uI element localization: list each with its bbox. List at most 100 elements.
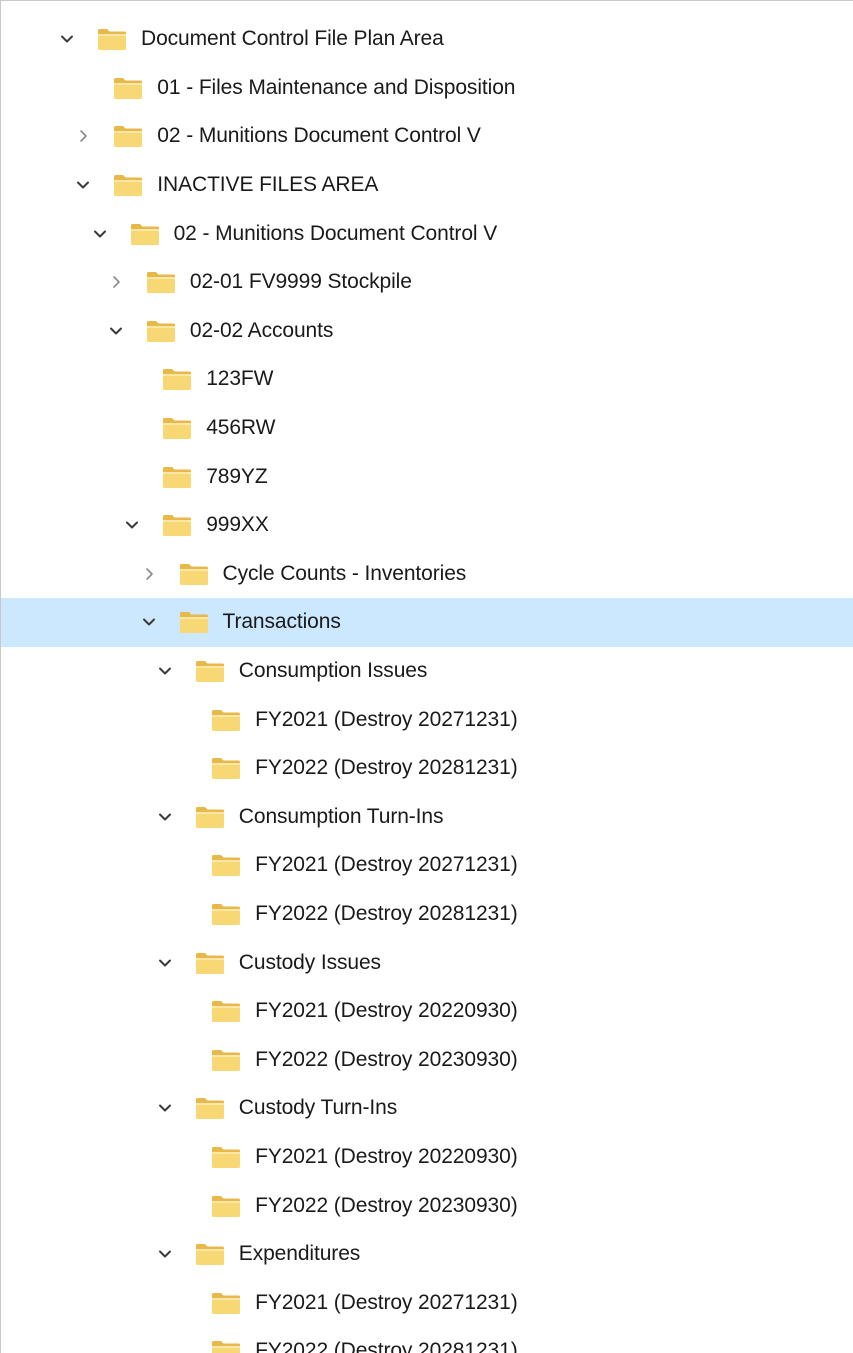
tree-item[interactable]: FY2022 (Destroy 20230930) — [1, 1181, 853, 1230]
tree-item[interactable]: FY2022 (Destroy 20230930) — [1, 1035, 853, 1084]
tree-item-label: Custody Issues — [238, 950, 381, 974]
tree-item-label: 01 - Files Maintenance and Disposition — [157, 75, 516, 99]
tree-item-label: FY2022 (Destroy 20281231) — [255, 1339, 518, 1353]
folder-icon — [162, 513, 192, 537]
folder-icon — [211, 1291, 241, 1314]
chevron-down-icon[interactable] — [57, 29, 77, 49]
folder-icon — [146, 319, 176, 342]
tree-item-label: Cycle Counts - Inventories — [222, 561, 467, 585]
tree-item[interactable]: 02-01 FV9999 Stockpile — [1, 258, 853, 307]
tree-item[interactable]: 789YZ — [1, 452, 853, 501]
tree-item[interactable]: Transactions — [1, 598, 853, 647]
tree-item[interactable]: FY2021 (Destroy 20220930) — [1, 987, 853, 1036]
tree-item[interactable]: Custody Issues — [1, 938, 853, 987]
tree-item[interactable]: FY2021 (Destroy 20271231) — [1, 1278, 853, 1327]
chevron-right-icon[interactable] — [73, 126, 93, 146]
tree-item[interactable]: 02 - Munitions Document Control V — [1, 209, 853, 258]
folder-icon — [195, 1096, 225, 1120]
tree-item[interactable]: 01 - Files Maintenance and Disposition — [1, 64, 853, 113]
tree-item-label: 123FW — [206, 367, 274, 391]
folder-icon — [113, 173, 143, 197]
tree-item[interactable]: FY2021 (Destroy 20271231) — [1, 841, 853, 890]
tree-item[interactable]: FY2021 (Destroy 20271231) — [1, 695, 853, 744]
chevron-down-icon[interactable] — [155, 1098, 175, 1118]
tree-item-label: 02-01 FV9999 Stockpile — [189, 270, 412, 294]
folder-icon — [179, 610, 209, 634]
folder-icon — [211, 902, 241, 925]
tree-item[interactable]: Consumption Turn-Ins — [1, 793, 853, 842]
tree-item[interactable]: Expenditures — [1, 1230, 853, 1279]
tree-item[interactable]: 999XX — [1, 501, 853, 550]
tree-item-label: FY2022 (Destroy 20230930) — [255, 1047, 518, 1071]
folder-icon — [162, 465, 192, 488]
tree-item[interactable]: INACTIVE FILES AREA — [1, 161, 853, 210]
folder-icon — [162, 416, 192, 440]
tree-item-label: FY2021 (Destroy 20220930) — [255, 1144, 518, 1168]
tree-item[interactable]: FY2022 (Destroy 20281231) — [1, 890, 853, 939]
chevron-down-icon[interactable] — [73, 175, 93, 195]
tree-item-label: FY2021 (Destroy 20271231) — [255, 1290, 518, 1314]
folder-icon — [211, 756, 241, 780]
folder-icon — [211, 853, 241, 877]
tree-item-label: Custody Turn-Ins — [238, 1096, 398, 1120]
tree-item[interactable]: FY2022 (Destroy 20281231) — [1, 1327, 853, 1353]
tree-item[interactable]: 02-02 Accounts — [1, 307, 853, 356]
tree-item[interactable]: Document Control File Plan Area — [1, 15, 853, 64]
tree-item-label: Consumption Turn-Ins — [238, 804, 444, 828]
folder-icon — [211, 708, 241, 731]
folder-icon — [179, 562, 209, 585]
folder-icon — [130, 222, 160, 245]
chevron-down-icon[interactable] — [155, 953, 175, 973]
chevron-down-icon[interactable] — [90, 224, 110, 244]
tree-item-label: 999XX — [206, 513, 269, 537]
tree-item[interactable]: FY2022 (Destroy 20281231) — [1, 744, 853, 793]
folder-tree: Document Control File Plan Area 01 - File… — [1, 15, 853, 1353]
folder-icon — [195, 659, 225, 683]
chevron-down-icon[interactable] — [122, 515, 142, 535]
folder-icon — [195, 1242, 225, 1266]
tree-item[interactable]: Custody Turn-Ins — [1, 1084, 853, 1133]
tree-item-label: Consumption Issues — [238, 659, 428, 683]
tree-item[interactable]: 02 - Munitions Document Control V — [1, 112, 853, 161]
folder-icon — [162, 367, 192, 391]
chevron-down-icon[interactable] — [155, 661, 175, 681]
folder-icon — [146, 270, 176, 294]
folder-icon — [113, 76, 143, 99]
folder-icon — [195, 951, 225, 974]
folder-icon — [211, 1194, 241, 1217]
folder-icon — [97, 27, 127, 51]
tree-item-label: 02 - Munitions Document Control V — [173, 221, 498, 245]
tree-item[interactable]: 456RW — [1, 404, 853, 453]
tree-item-label: 02 - Munitions Document Control V — [157, 124, 481, 148]
tree-item-label: FY2022 (Destroy 20230930) — [255, 1193, 518, 1217]
chevron-down-icon[interactable] — [155, 807, 175, 827]
tree-item-label: FY2021 (Destroy 20271231) — [255, 707, 518, 731]
tree-item-label: FY2022 (Destroy 20281231) — [255, 756, 518, 780]
folder-icon — [211, 1145, 241, 1168]
folder-icon — [211, 1048, 241, 1071]
tree-item-label: Expenditures — [238, 1242, 361, 1266]
tree-item-label: 789YZ — [206, 464, 268, 488]
tree-item-label: Transactions — [222, 610, 341, 634]
tree-item-label: 456RW — [206, 416, 276, 440]
folder-icon — [211, 999, 241, 1023]
tree-item-label: FY2022 (Destroy 20281231) — [255, 901, 518, 925]
tree-item-label: FY2021 (Destroy 20271231) — [255, 853, 518, 877]
chevron-right-icon[interactable] — [139, 564, 159, 584]
tree-item-label: 02-02 Accounts — [189, 318, 334, 342]
chevron-down-icon[interactable] — [155, 1244, 175, 1264]
folder-icon — [113, 124, 143, 148]
chevron-down-icon[interactable] — [106, 321, 126, 341]
tree-item[interactable]: FY2021 (Destroy 20220930) — [1, 1133, 853, 1182]
navigation-pane: Document Control File Plan Area 01 - File… — [0, 0, 853, 1353]
chevron-right-icon[interactable] — [106, 272, 126, 292]
tree-item-label: Document Control File Plan Area — [141, 27, 444, 51]
folder-icon — [211, 1339, 241, 1353]
tree-item[interactable]: Consumption Issues — [1, 647, 853, 696]
folder-icon — [195, 805, 225, 828]
tree-item-label: INACTIVE FILES AREA — [157, 173, 379, 197]
tree-item-label: FY2021 (Destroy 20220930) — [255, 999, 518, 1023]
tree-item[interactable]: 123FW — [1, 355, 853, 404]
chevron-down-icon[interactable] — [139, 612, 159, 632]
tree-item[interactable]: Cycle Counts - Inventories — [1, 550, 853, 599]
